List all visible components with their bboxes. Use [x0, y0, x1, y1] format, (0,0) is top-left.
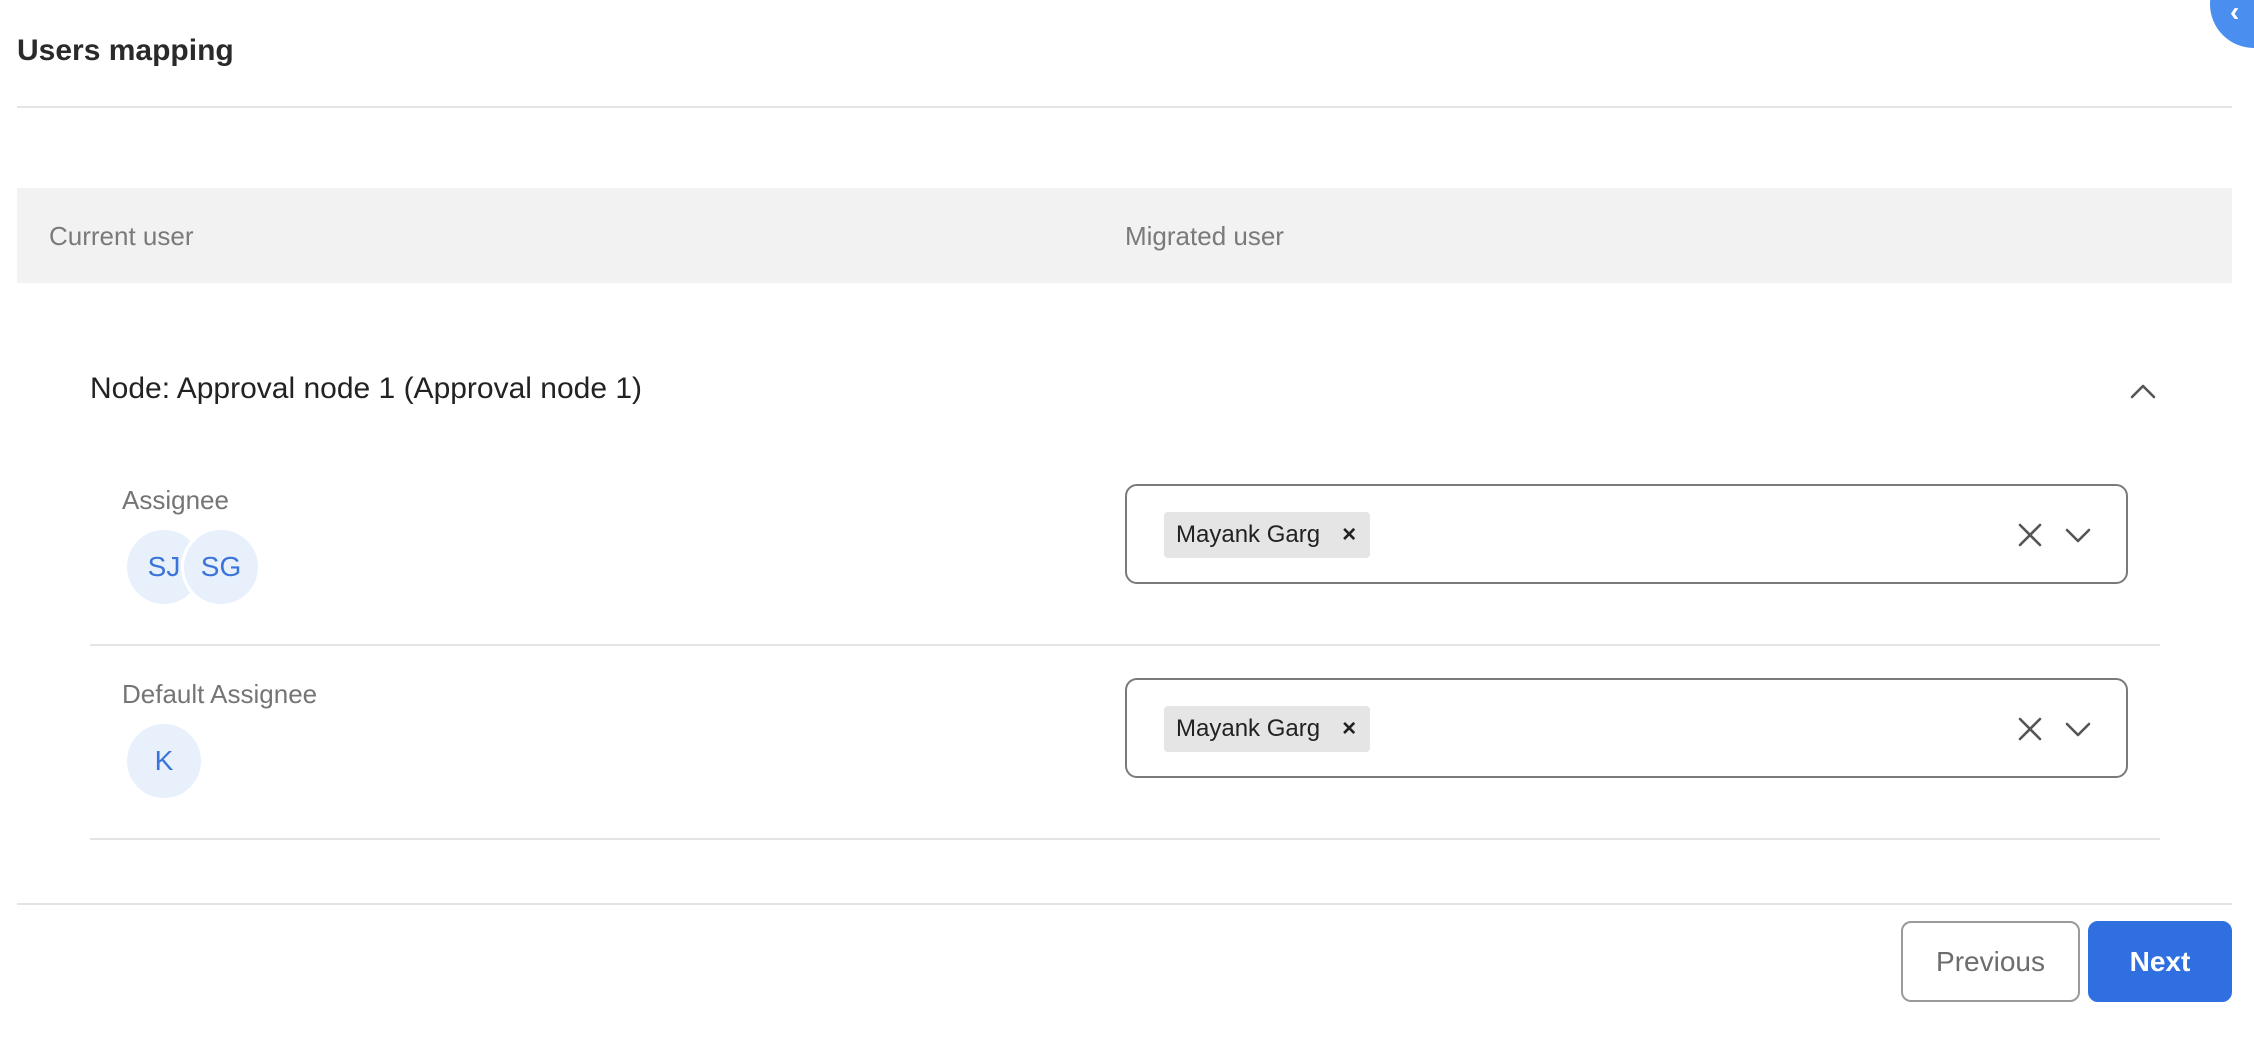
next-button[interactable]: Next [2088, 921, 2232, 1002]
table-header: Current user Migrated user [17, 188, 2232, 283]
previous-button[interactable]: Previous [1901, 921, 2080, 1002]
chip-label: Mayank Garg [1176, 521, 1321, 548]
chevron-down-icon[interactable] [2063, 714, 2093, 744]
avatar: K [124, 721, 204, 801]
selected-user-chip: Mayank Garg × [1164, 512, 1371, 558]
remove-chip-icon[interactable]: × [1342, 717, 1356, 741]
remove-chip-icon[interactable]: × [1342, 523, 1356, 547]
chevron-up-icon[interactable] [2128, 376, 2158, 406]
page-title: Users mapping [17, 34, 234, 67]
floating-back-button[interactable]: ‹ [2210, 0, 2254, 48]
chevron-down-icon[interactable] [2063, 520, 2093, 550]
assignee-migrated-user-select[interactable]: Mayank Garg × [1125, 484, 2128, 584]
default-assignee-label: Default Assignee [122, 679, 318, 709]
avatar: SG [181, 527, 261, 607]
assignee-label: Assignee [122, 485, 229, 515]
node-title: Node: Approval node 1 (Approval node 1) [90, 372, 643, 405]
footer-divider [17, 903, 2232, 905]
close-icon[interactable] [2015, 714, 2045, 744]
column-header-current-user: Current user [49, 221, 194, 251]
column-header-migrated-user: Migrated user [1125, 221, 1284, 251]
row-divider [90, 838, 2160, 840]
users-mapping-page: ‹ Users mapping Current user Migrated us… [0, 0, 2254, 1064]
close-icon[interactable] [2015, 520, 2045, 550]
selected-user-chip: Mayank Garg × [1164, 706, 1371, 752]
title-divider [17, 106, 2232, 108]
row-divider [90, 644, 2160, 646]
default-assignee-migrated-user-select[interactable]: Mayank Garg × [1125, 678, 2128, 778]
chevron-left-icon: ‹ [2230, 0, 2240, 27]
chip-label: Mayank Garg [1176, 715, 1321, 742]
